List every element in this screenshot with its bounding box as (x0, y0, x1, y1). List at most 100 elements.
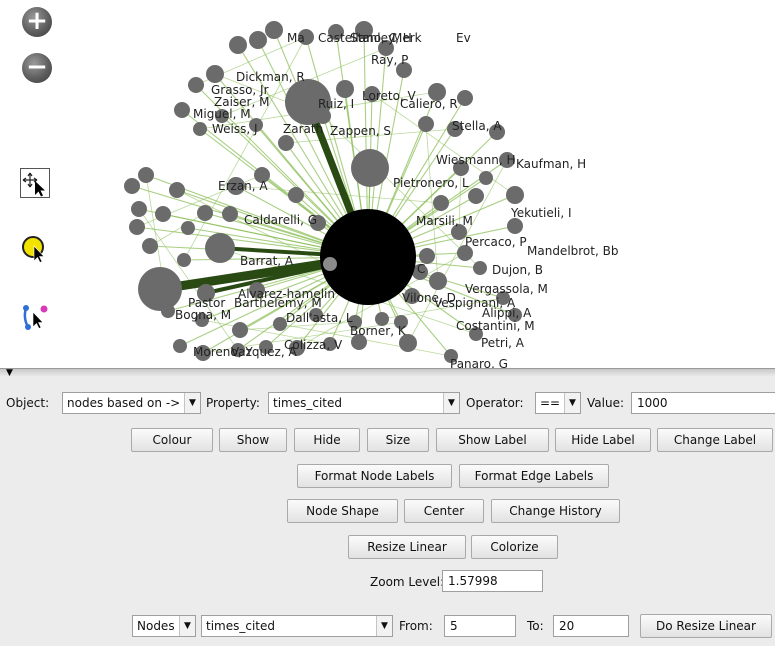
zoom-out-button[interactable]: − (22, 53, 52, 83)
from-label: From: (399, 619, 433, 633)
network-graph[interactable]: Ma Castellano, CStanley, HMerk EvRay, PDic… (0, 0, 775, 368)
graph-node[interactable] (188, 77, 204, 93)
graph-node-label: Mandelbrot, Bb (527, 244, 618, 258)
graph-node[interactable] (229, 36, 247, 54)
graph-node[interactable] (288, 187, 304, 203)
chevron-down-icon: ▼ (184, 393, 200, 413)
graph-node[interactable] (161, 304, 175, 318)
graph-node[interactable] (468, 188, 484, 204)
center-button[interactable]: Center (404, 499, 484, 523)
graph-node-label: Weiss, J (212, 122, 258, 136)
graph-node[interactable] (232, 322, 248, 338)
graph-node[interactable] (273, 317, 287, 331)
change-history-button[interactable]: Change History (491, 499, 620, 523)
graph-node[interactable] (155, 206, 171, 222)
graph-node-label: Vergassola, M (465, 282, 548, 296)
graph-node[interactable] (205, 233, 235, 263)
graph-node[interactable] (174, 102, 190, 118)
graph-node-label: Dall'asta, L (286, 311, 353, 325)
size-button[interactable]: Size (367, 428, 429, 452)
graph-node-label: Caliero, R (400, 97, 458, 111)
resize-linear-button[interactable]: Resize Linear (348, 535, 466, 559)
graph-node[interactable] (181, 221, 195, 235)
chevron-down-icon: ▼ (376, 616, 392, 636)
move-tool-button[interactable] (20, 168, 50, 198)
from-input[interactable]: 5 (444, 615, 516, 637)
to-label: To: (527, 619, 544, 633)
show-label-button[interactable]: Show Label (436, 428, 549, 452)
chevron-down-icon: ▼ (443, 393, 459, 413)
graph-node-label: Panaro, G (450, 357, 508, 368)
graph-node[interactable] (177, 253, 191, 267)
graph-node-label: Zappen, S (330, 124, 391, 138)
resize-type-value: Nodes (137, 619, 175, 633)
zoom-level-input[interactable]: 1.57998 (442, 570, 543, 592)
property-select[interactable]: times_cited ▼ (268, 392, 460, 414)
move-cursor-icon (20, 168, 50, 198)
graph-node[interactable] (206, 65, 224, 83)
graph-node[interactable] (433, 195, 449, 211)
select-tool-button[interactable] (20, 234, 50, 264)
graph-node[interactable] (193, 122, 207, 136)
chevron-down-icon: ▼ (179, 616, 195, 636)
graph-node[interactable] (138, 267, 182, 311)
graph-node[interactable] (222, 206, 238, 222)
property-label: Property: (206, 396, 260, 410)
graph-node-label: Pietronero, L (393, 176, 469, 190)
graph-node[interactable] (457, 90, 473, 106)
graph-node[interactable] (351, 149, 389, 187)
colorize-button[interactable]: Colorize (471, 535, 558, 559)
graph-node[interactable] (507, 218, 523, 234)
graph-node[interactable] (418, 116, 434, 132)
format-edge-labels-button[interactable]: Format Edge Labels (459, 464, 609, 488)
graph-node[interactable] (197, 205, 213, 221)
change-label-button[interactable]: Change Label (657, 428, 773, 452)
graph-node[interactable] (506, 186, 524, 204)
graph-node[interactable] (142, 238, 158, 254)
graph-node-label: Dickman, R (236, 70, 305, 84)
graph-node[interactable] (169, 182, 185, 198)
graph-node[interactable] (249, 31, 267, 49)
graph-canvas[interactable]: Ma Castellano, C Stanley, H Merk Ev Ray, P Dic… (0, 0, 775, 368)
graph-node-label: Percaco, P (465, 235, 527, 249)
edge-tool-button[interactable] (20, 302, 50, 332)
graph-node[interactable] (479, 171, 493, 185)
graph-node-label: Barrat, A (240, 254, 294, 268)
resize-property-select[interactable]: times_cited ▼ (201, 615, 393, 637)
graph-node-label: Bogna, M (175, 308, 231, 322)
zoom-in-button[interactable]: + (22, 7, 52, 37)
graph-node[interactable] (265, 21, 283, 39)
object-select[interactable]: nodes based on -> ▼ (62, 392, 201, 414)
graph-node-label: Wiesmann, H (436, 153, 515, 167)
graph-node[interactable] (138, 167, 154, 183)
zoom-level-label: Zoom Level: (370, 575, 445, 589)
colour-button[interactable]: Colour (131, 428, 213, 452)
graph-node-label: Ev (456, 31, 471, 45)
node-shape-button[interactable]: Node Shape (287, 499, 398, 523)
operator-select[interactable]: == ▼ (535, 392, 581, 414)
operator-select-value: == (540, 396, 561, 410)
graph-node[interactable] (131, 201, 147, 217)
control-panel: Object: nodes based on -> ▼ Property: ti… (0, 377, 775, 646)
select-cursor-icon (22, 236, 45, 263)
graph-node[interactable] (173, 339, 187, 353)
graph-node[interactable] (336, 80, 354, 98)
panel-splitter[interactable]: ▼ (0, 368, 775, 378)
resize-type-select[interactable]: Nodes ▼ (132, 615, 196, 637)
graph-node[interactable] (129, 219, 145, 235)
object-label: Object: (6, 396, 50, 410)
show-button[interactable]: Show (219, 428, 287, 452)
value-input[interactable]: 1000 (631, 392, 775, 414)
hide-label-button[interactable]: Hide Label (555, 428, 651, 452)
graph-node[interactable] (278, 135, 294, 151)
graph-node[interactable] (429, 272, 447, 290)
graph-node[interactable] (124, 178, 140, 194)
hide-button[interactable]: Hide (294, 428, 360, 452)
graph-node-label: Barthelemy, M (234, 296, 322, 310)
graph-node-label: Costantini, M (456, 319, 535, 333)
graph-node[interactable] (323, 257, 337, 271)
format-node-labels-button[interactable]: Format Node Labels (297, 464, 452, 488)
graph-node[interactable] (473, 261, 487, 275)
do-resize-linear-button[interactable]: Do Resize Linear (640, 614, 772, 638)
to-input[interactable]: 20 (553, 615, 629, 637)
